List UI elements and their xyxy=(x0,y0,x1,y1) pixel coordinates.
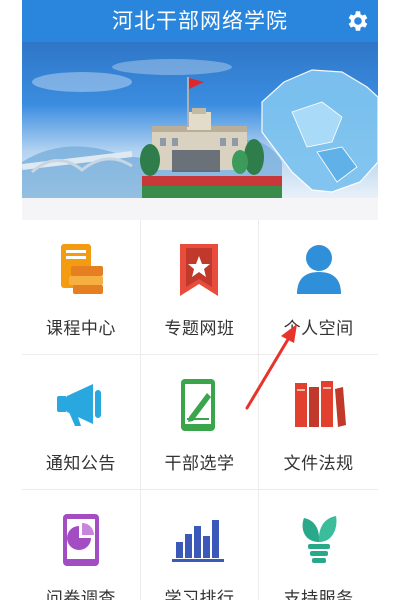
phone-pen-icon xyxy=(181,379,216,431)
menu-item-regulations[interactable]: 文件法规 xyxy=(259,355,378,490)
menu-item-label: 学习排行 xyxy=(164,589,235,600)
menu-item-support[interactable]: 支持服务 xyxy=(259,490,378,600)
menu-item-label: 专题网班 xyxy=(164,319,235,339)
menu-item-notices[interactable]: 通知公告 xyxy=(22,355,141,490)
app-header: 河北干部网络学院 xyxy=(22,0,378,42)
spacer xyxy=(22,198,378,220)
menu-item-label: 课程中心 xyxy=(45,319,116,339)
menu-item-personal-space[interactable]: 个人空间 xyxy=(259,220,378,355)
gear-icon[interactable] xyxy=(344,8,370,34)
menu-item-survey[interactable]: 问卷调查 xyxy=(22,490,141,600)
menu-item-ranking[interactable]: 学习排行 xyxy=(141,490,260,600)
app-screen: 河北干部网络学院 课程中心 专题网班 个人空间 通知公告 干部选学 文件法规 问… xyxy=(22,0,378,600)
books-icon xyxy=(294,381,346,427)
bar-rank-icon xyxy=(172,520,225,562)
menu-item-label: 通知公告 xyxy=(45,454,116,474)
menu-item-label: 个人空间 xyxy=(283,319,354,339)
menu-item-label: 文件法规 xyxy=(283,454,354,474)
menu-grid: 课程中心 专题网班 个人空间 通知公告 干部选学 文件法规 问卷调查 学习排行 … xyxy=(22,220,378,600)
menu-item-label: 干部选学 xyxy=(164,454,235,474)
banner-illustration xyxy=(22,59,378,198)
left-margin xyxy=(0,0,22,600)
menu-item-label: 问卷调查 xyxy=(45,589,116,600)
banner-image[interactable] xyxy=(22,42,378,198)
app-title: 河北干部网络学院 xyxy=(112,9,288,33)
survey-chart-icon xyxy=(62,514,99,566)
course-book-icon xyxy=(60,244,103,294)
menu-item-cadre-study[interactable]: 干部选学 xyxy=(140,355,260,490)
menu-item-label: 支持服务 xyxy=(283,589,354,600)
person-icon xyxy=(296,245,341,294)
plant-service-icon xyxy=(302,516,337,563)
menu-item-topic-class[interactable]: 专题网班 xyxy=(140,220,260,355)
megaphone-icon xyxy=(56,384,101,426)
bookmark-star-icon xyxy=(180,244,219,296)
right-margin xyxy=(378,0,400,600)
menu-item-course-center[interactable]: 课程中心 xyxy=(22,220,141,355)
